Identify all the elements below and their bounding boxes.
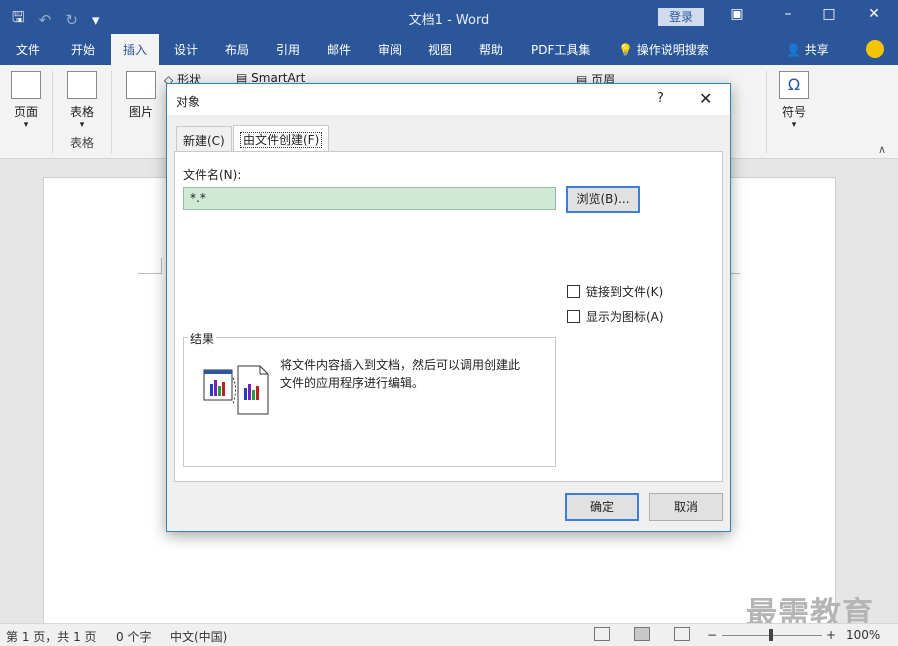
tab-references[interactable]: 引用 — [276, 41, 300, 58]
pages-button[interactable]: 页面 ▾ — [10, 71, 42, 130]
margin-corner-mark — [161, 258, 162, 274]
share-button[interactable]: 👤 共享 — [786, 41, 829, 58]
checkbox-box — [567, 310, 580, 323]
tab-pdf-tools[interactable]: PDF工具集 — [531, 41, 590, 58]
ribbon-divider — [52, 71, 53, 153]
collapse-ribbon-icon[interactable]: ∧ — [878, 143, 886, 156]
tell-me-search[interactable]: 💡 操作说明搜索 — [618, 41, 709, 58]
tab-view[interactable]: 视图 — [428, 41, 452, 58]
ribbon-display-options-icon[interactable]: ▣ — [727, 6, 747, 22]
ok-button[interactable]: 确定 — [565, 493, 639, 521]
object-dialog: 对象 ? ✕ 新建(C) 由文件创建(F) 文件名(N): *.* 浏览(B).… — [166, 83, 731, 532]
title-bar: 🖫 ↶ ↻ ▾ 文档1 - Word 登录 ▣ – □ ✕ — [0, 0, 898, 34]
tab-design[interactable]: 设计 — [174, 41, 198, 58]
help-button[interactable]: ? — [657, 91, 664, 106]
cancel-button[interactable]: 取消 — [649, 493, 723, 521]
ribbon-divider — [111, 71, 112, 153]
symbol-button[interactable]: Ω 符号 ▾ — [778, 71, 810, 130]
table-icon — [67, 71, 97, 99]
pictures-button[interactable]: 图片 — [124, 71, 158, 120]
page-count[interactable]: 第 1 页，共 1 页 — [6, 628, 97, 645]
tab-file[interactable]: 文件 — [16, 41, 40, 58]
dialog-title-bar: 对象 ? ✕ — [167, 84, 730, 115]
tab-home[interactable]: 开始 — [71, 41, 95, 58]
tab-help[interactable]: 帮助 — [479, 41, 503, 58]
share-label: 共享 — [804, 43, 829, 57]
dialog-close-button[interactable]: ✕ — [699, 89, 712, 108]
pictures-label: 图片 — [128, 105, 153, 119]
table-button[interactable]: 表格 ▾ 表格 — [64, 71, 100, 151]
zoom-level[interactable]: 100% — [846, 628, 880, 642]
pages-label: 页面 — [13, 105, 38, 119]
maximize-button[interactable]: □ — [819, 6, 839, 22]
result-description: 将文件内容插入到文档，然后可以调用创建此文件的应用程序进行编辑。 — [280, 358, 521, 390]
browse-button[interactable]: 浏览(B)... — [566, 186, 640, 213]
status-bar: 第 1 页，共 1 页 0 个字 中文(中国) − + 100% — [0, 623, 898, 646]
link-to-file-checkbox[interactable]: 链接到文件(K) — [567, 283, 663, 300]
ribbon-tabs: 文件 开始 插入 设计 布局 引用 邮件 审阅 视图 帮助 PDF工具集 💡 操… — [0, 34, 898, 65]
file-name-label: 文件名(N): — [183, 168, 242, 182]
tab-create-from-file[interactable]: 由文件创建(F) — [233, 125, 330, 152]
ribbon-divider — [766, 71, 767, 153]
link-to-file-label: 链接到文件(K) — [586, 285, 664, 299]
file-name-input[interactable]: *.* — [183, 187, 556, 210]
tab-mailings[interactable]: 邮件 — [327, 41, 351, 58]
tell-me-label: 操作说明搜索 — [636, 43, 709, 57]
margin-corner-mark — [138, 273, 162, 274]
table-group-label: 表格 — [69, 136, 94, 150]
minimize-button[interactable]: – — [778, 6, 798, 22]
read-mode-icon[interactable] — [594, 627, 610, 641]
display-as-icon-label: 显示为图标(A) — [586, 310, 664, 324]
dialog-title: 对象 — [176, 95, 201, 109]
zoom-slider-thumb[interactable] — [769, 629, 773, 641]
page-icon — [11, 71, 41, 99]
tab-insert[interactable]: 插入 — [111, 34, 160, 65]
word-count[interactable]: 0 个字 — [116, 628, 151, 645]
print-layout-icon[interactable] — [634, 627, 650, 641]
chevron-down-icon: ▾ — [23, 120, 29, 130]
web-layout-icon[interactable] — [674, 627, 690, 641]
display-as-icon-checkbox[interactable]: 显示为图标(A) — [567, 308, 664, 325]
checkbox-box — [567, 285, 580, 298]
tab-review[interactable]: 审阅 — [378, 41, 402, 58]
window-close-button[interactable]: ✕ — [864, 6, 884, 22]
table-label: 表格 — [69, 105, 94, 119]
document-title: 文档1 - Word — [408, 13, 490, 28]
login-button[interactable]: 登录 — [658, 8, 704, 26]
chevron-down-icon: ▾ — [79, 120, 85, 130]
picture-icon — [126, 71, 156, 99]
tab-create-new[interactable]: 新建(C) — [176, 126, 232, 152]
zoom-out-button[interactable]: − — [707, 628, 717, 642]
tab-create-from-file-label: 由文件创建(F) — [240, 132, 323, 148]
result-group: 结果 将文件内容插入到文档，然后可以调用创建此文件的应用程序进行编辑。 — [183, 330, 556, 467]
chevron-down-icon: ▾ — [791, 120, 797, 130]
result-label: 结果 — [188, 330, 217, 347]
tab-layout[interactable]: 布局 — [225, 41, 249, 58]
create-from-file-panel: 文件名(N): *.* 浏览(B)... 链接到文件(K) 显示为图标(A) 结… — [174, 151, 723, 482]
embedded-document-icon — [203, 365, 269, 415]
language-indicator[interactable]: 中文(中国) — [170, 628, 227, 645]
zoom-in-button[interactable]: + — [826, 628, 836, 642]
omega-icon: Ω — [779, 71, 809, 99]
symbol-label: 符号 — [781, 105, 806, 119]
feedback-smiley-icon[interactable] — [866, 40, 884, 58]
